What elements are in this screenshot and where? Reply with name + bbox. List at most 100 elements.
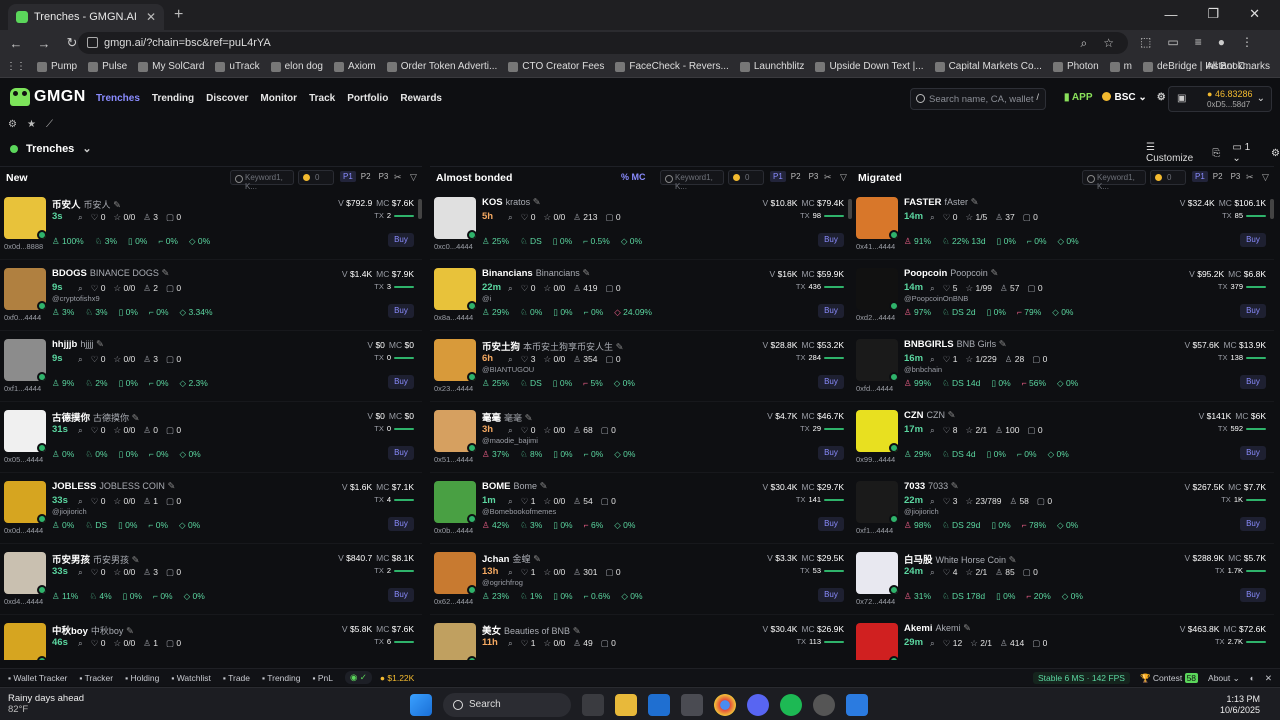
twitter-handle[interactable]: @jiojiorich: [904, 507, 939, 516]
token-address[interactable]: 0x51...4444: [434, 455, 473, 464]
footer-tracker[interactable]: ▪ Tracker: [79, 673, 113, 683]
buy-button[interactable]: Buy: [1240, 588, 1266, 602]
token-card[interactable]: 0x99...4444 CZN CZN ✎ 17m ⌕ ♡ 8 ☆ 2/1 ♙ 100 ▢ 0 ♙…: [852, 402, 1274, 473]
keyword-filter-input[interactable]: Keyword1, K...: [230, 170, 294, 191]
token-avatar[interactable]: [856, 623, 898, 660]
token-name[interactable]: Jchan 金蝗 ✎: [482, 552, 541, 565]
token-avatar[interactable]: [4, 481, 46, 523]
token-card[interactable]: 0xfd...4444 BNBGIRLS BNB Girls ✎ 16m ⌕ ♡ 1 ☆ 1…: [852, 331, 1274, 402]
wallet-button[interactable]: ▣ ● 46.83286 0xD5...58d7 ⌄: [1168, 86, 1272, 112]
mute-icon[interactable]: ✂: [824, 172, 832, 183]
edit-icon[interactable]: ✎: [159, 268, 169, 279]
quick-buy-amount[interactable]: 0: [1150, 170, 1186, 185]
token-card[interactable]: 0xc0...4444 KOS kratos ✎ 5h ⌕ ♡ 0 ☆ 0/0 ♙ 213 ▢ …: [430, 189, 852, 260]
token-card[interactable]: 0xd2...4444 Poopcoin Poopcoin ✎ 14m ⌕ ♡ 5 ☆ 1/…: [852, 260, 1274, 331]
token-avatar[interactable]: [4, 410, 46, 452]
bookmark-item[interactable]: Pulse: [88, 61, 127, 72]
token-name[interactable]: 币安土狗 本币安土狗享币安人生 ✎: [482, 339, 624, 353]
buy-button[interactable]: Buy: [1240, 233, 1266, 247]
token-name[interactable]: 币安男孩 币安男孩 ✎: [52, 552, 140, 566]
nav-track[interactable]: Track: [309, 93, 335, 104]
token-name[interactable]: FASTER fAster ✎: [904, 197, 979, 208]
quick-buy-amount[interactable]: 0: [298, 170, 334, 185]
buy-button[interactable]: Buy: [388, 304, 414, 318]
edit-icon[interactable]: ✎: [537, 481, 548, 492]
footer-watchlist[interactable]: ▪ Watchlist: [171, 673, 211, 683]
trenches-selector[interactable]: Trenches ⌄: [10, 142, 92, 155]
file-explorer-icon[interactable]: [615, 694, 637, 716]
token-address[interactable]: 0x23...4444: [434, 384, 473, 393]
token-card[interactable]: 0x72...4444 白马股 White Horse Coin ✎ 24m ⌕ ♡ 4 ☆…: [852, 544, 1274, 615]
chrome-icon[interactable]: [714, 694, 736, 716]
gmgn-logo[interactable]: GMGN: [10, 88, 86, 106]
search-icon[interactable]: ⌕: [930, 496, 935, 507]
token-avatar[interactable]: [856, 552, 898, 594]
extensions-icon[interactable]: ⬚: [1140, 35, 1151, 49]
menu-icon[interactable]: ⋮: [1241, 35, 1253, 49]
edit-icon[interactable]: ✎: [129, 413, 140, 424]
site-info-icon[interactable]: [87, 37, 98, 48]
search-icon[interactable]: ⌕: [508, 354, 513, 365]
token-card[interactable]: 0x0d...4444 JOBLESS JOBLESS COIN ✎ 33s ⌕ ♡ 0 ☆…: [0, 473, 422, 544]
sidepanel-icon[interactable]: ▭: [1167, 35, 1178, 49]
twitter-handle[interactable]: @maodie_bajimi: [482, 436, 538, 445]
token-avatar[interactable]: [434, 197, 476, 239]
search-icon[interactable]: ⌕: [78, 212, 83, 223]
token-avatar[interactable]: [434, 623, 476, 660]
bookmark-item[interactable]: elon dog: [270, 61, 323, 72]
bookmark-item[interactable]: Pump: [37, 61, 77, 72]
token-address[interactable]: 0x8a...4444: [434, 313, 473, 322]
preset-p3[interactable]: P3: [806, 171, 822, 182]
edit-icon[interactable]: ✎: [570, 626, 581, 637]
bookmark-item[interactable]: FaceCheck - Revers...: [615, 61, 729, 72]
taskbar-search[interactable]: Search: [443, 693, 571, 717]
mc-mode-toggle[interactable]: % MC: [621, 172, 646, 182]
search-icon[interactable]: ⌕: [930, 212, 935, 223]
edit-icon[interactable]: ✎: [93, 339, 104, 350]
token-avatar[interactable]: [856, 268, 898, 310]
nav-rewards[interactable]: Rewards: [400, 93, 442, 104]
app-download-button[interactable]: ▮ APP: [1064, 92, 1092, 103]
search-icon[interactable]: ⌕: [930, 638, 935, 649]
twitter-icon[interactable]: ✕: [1265, 673, 1272, 684]
edit-icon[interactable]: ✎: [968, 197, 979, 208]
preset-p3[interactable]: P3: [376, 171, 392, 182]
clock[interactable]: 1:13 PM 10/6/2025: [1220, 694, 1260, 716]
token-name[interactable]: Binancians Binancians ✎: [482, 268, 590, 279]
buy-button[interactable]: Buy: [818, 588, 844, 602]
twitter-handle[interactable]: @BIANTUGOU: [482, 365, 534, 374]
bookmark-item[interactable]: m: [1109, 61, 1132, 72]
token-avatar[interactable]: [434, 339, 476, 381]
mute-icon[interactable]: ✂: [1246, 172, 1254, 183]
token-address[interactable]: 0xd2...4444: [856, 313, 895, 322]
token-name[interactable]: JOBLESS JOBLESS COIN ✎: [52, 481, 176, 492]
token-address[interactable]: 0x0d...8888: [4, 242, 43, 251]
buy-button[interactable]: Buy: [388, 233, 414, 247]
edit-icon[interactable]: ✎: [580, 268, 590, 279]
search-icon[interactable]: ⌕: [508, 212, 513, 223]
token-name[interactable]: 7033 7033 ✎: [904, 481, 959, 492]
settings-icon[interactable]: ⚙: [1271, 148, 1280, 159]
edit-icon[interactable]: ✎: [948, 481, 959, 492]
token-card[interactable]: 0x41...4444 FASTER fAster ✎ 14m ⌕ ♡ 0 ☆ 1/5 ♙ 3…: [852, 189, 1274, 260]
search-icon[interactable]: ⌕: [78, 638, 83, 649]
bookmark-star-icon[interactable]: ☆: [1103, 32, 1114, 54]
search-icon[interactable]: ⌕: [930, 567, 935, 578]
token-card[interactable]: 0xf0...4444 BDOGS BINANCE DOGS ✎ 9s ⌕ ♡ 0 ☆ 0/…: [0, 260, 422, 331]
chain-selector[interactable]: BSC ⌄: [1102, 92, 1147, 103]
edit-icon[interactable]: ✎: [129, 555, 140, 566]
buy-button[interactable]: Buy: [818, 304, 844, 318]
footer-pnl[interactable]: ▪ PnL: [312, 673, 333, 683]
buy-button[interactable]: Buy: [1240, 517, 1266, 531]
edit-icon[interactable]: ✎: [945, 410, 956, 421]
buy-button[interactable]: Buy: [388, 517, 414, 531]
settings-icon[interactable]: ⚙: [8, 119, 17, 130]
twitter-handle[interactable]: @Bomebookofmemes: [482, 507, 556, 516]
token-avatar[interactable]: [856, 481, 898, 523]
token-avatar[interactable]: [434, 481, 476, 523]
search-icon[interactable]: ⌕: [508, 425, 513, 436]
token-name[interactable]: 毫毫 毫毫 ✎: [482, 410, 533, 424]
token-card[interactable]: 0x62...4444 Jchan 金蝗 ✎ 13h ⌕ ♡ 1 ☆ 0/0 ♙ 301 ▢ 0…: [430, 544, 852, 615]
token-avatar[interactable]: [856, 410, 898, 452]
bookmark-item[interactable]: CTO Creator Fees: [508, 61, 604, 72]
